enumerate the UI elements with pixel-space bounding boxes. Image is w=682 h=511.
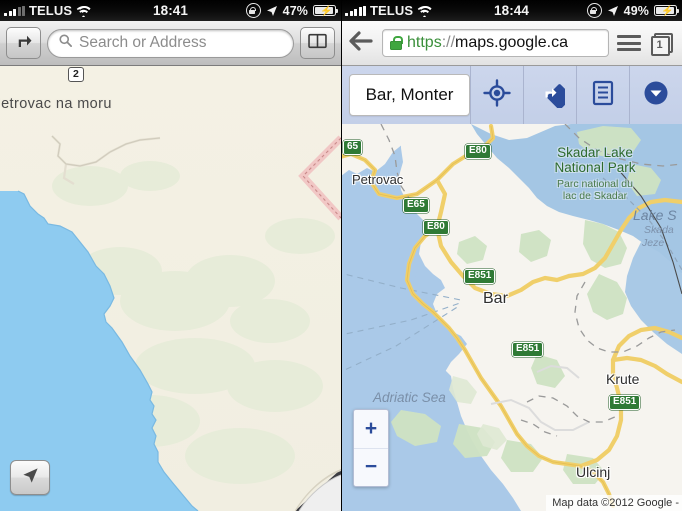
- my-location-button[interactable]: [470, 66, 523, 124]
- zoom-out-button[interactable]: −: [354, 449, 388, 487]
- map-shield-e80-south: E80: [423, 220, 449, 235]
- battery-percent: 47%: [282, 3, 308, 18]
- search-icon: [58, 33, 73, 53]
- screenshot-root: Petrovac na moru 2 Search or Address TEL…: [0, 0, 682, 511]
- url-separator: ://: [441, 34, 456, 51]
- chrome-tab-switcher-button[interactable]: 1: [649, 30, 675, 56]
- rotation-lock-icon: [245, 3, 261, 18]
- locate-button[interactable]: [10, 460, 50, 495]
- map-shield-e851-south: E851: [609, 395, 641, 410]
- battery-charging-icon: ⚡: [654, 5, 680, 17]
- url-scheme: https: [407, 34, 442, 51]
- chrome-toolbar: https://maps.google.ca 1: [341, 21, 682, 66]
- share-arrow-icon: [15, 32, 33, 55]
- bookmarks-button[interactable]: [300, 27, 335, 59]
- url-host: maps.google.ca: [455, 34, 568, 51]
- map-shield-65: 65: [343, 140, 363, 155]
- hamburger-menu-icon: [617, 35, 641, 38]
- maps-search-field[interactable]: Bar, Monter: [349, 74, 470, 116]
- zoom-in-button[interactable]: +: [354, 410, 388, 449]
- back-button[interactable]: [348, 30, 374, 56]
- left-map-canvas[interactable]: Petrovac na moru 2: [0, 66, 341, 511]
- map-shield-e80-north: E80: [465, 144, 491, 159]
- right-panel-chrome: Petrovac Bar Krute Ulcinj Skadar Lake Na…: [341, 0, 682, 511]
- maps-toolbar: Bar, Monter: [341, 66, 682, 124]
- left-status-bar: TELUS 18:41 47% ⚡: [0, 0, 341, 21]
- list-layers-icon: [591, 80, 615, 111]
- layers-button[interactable]: [576, 66, 629, 124]
- chrome-menu-button[interactable]: [617, 31, 641, 55]
- right-status-bar: TELUS 18:44 49% ⚡: [341, 0, 682, 21]
- map-shield-2: 2: [68, 67, 84, 82]
- rotation-lock-icon: [586, 3, 602, 18]
- bookmarks-book-icon: [308, 33, 327, 54]
- map-attribution: Map data ©2012 Google -: [546, 495, 682, 511]
- chrome-address-field[interactable]: https://maps.google.ca: [382, 29, 609, 57]
- map-shield-e851-north: E851: [464, 269, 496, 284]
- safari-address-field[interactable]: Search or Address: [47, 28, 294, 58]
- tab-count: 1: [656, 39, 663, 51]
- my-location-crosshair-icon: [483, 78, 511, 112]
- share-button[interactable]: [6, 27, 41, 59]
- directions-button[interactable]: [523, 66, 576, 124]
- chevron-down-circle-icon: [642, 79, 670, 112]
- location-arrow-icon: [607, 5, 619, 17]
- panel-divider: [341, 0, 342, 511]
- location-arrow-icon: [266, 5, 278, 17]
- safari-address-placeholder: Search or Address: [79, 34, 207, 51]
- page-curl-icon[interactable]: [295, 469, 341, 511]
- back-arrow-icon: [349, 30, 373, 56]
- chrome-url-text: https://maps.google.ca: [407, 34, 568, 52]
- map-shield-e65: E65: [403, 198, 429, 213]
- ssl-lock-icon: [390, 36, 404, 50]
- battery-charging-icon: ⚡: [313, 5, 339, 17]
- battery-percent: 49%: [623, 3, 649, 18]
- safari-toolbar: Search or Address: [0, 21, 341, 66]
- more-options-button[interactable]: [629, 66, 682, 124]
- map-shield-e851-mid: E851: [512, 342, 544, 357]
- right-map-canvas[interactable]: Petrovac Bar Krute Ulcinj Skadar Lake Na…: [341, 124, 682, 511]
- left-panel-safari: Petrovac na moru 2 Search or Address TEL…: [0, 0, 341, 511]
- locate-arrow-icon: [21, 466, 40, 490]
- directions-diamond-icon: [535, 78, 573, 113]
- zoom-controls: + −: [353, 409, 389, 487]
